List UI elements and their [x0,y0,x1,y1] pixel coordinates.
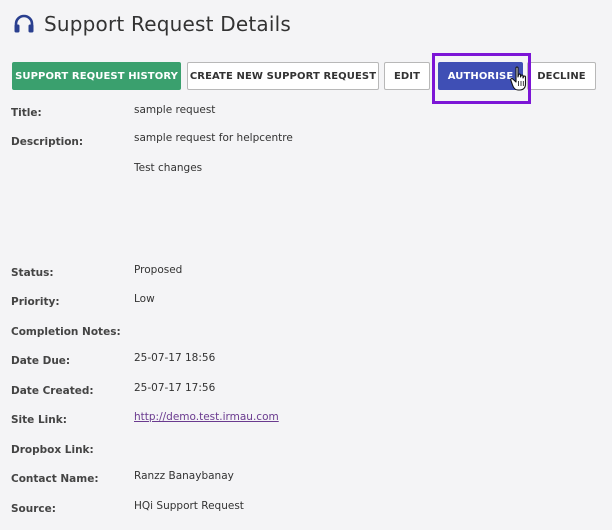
source-label: Source: [11,503,56,515]
contact-name-label: Contact Name: [11,473,99,485]
completion-notes-label: Completion Notes: [11,326,121,338]
site-link-label: Site Link: [11,414,67,426]
source-value: HQi Support Request [134,500,244,512]
status-value: Proposed [134,264,183,276]
headset-icon [12,12,36,36]
page-header: Support Request Details [12,8,291,40]
title-value: sample request [134,104,216,116]
support-request-history-button[interactable]: SUPPORT REQUEST HISTORY [12,62,181,90]
contact-name-value: Ranzz Banaybanay [134,470,234,482]
date-created-value: 25-07-17 17:56 [134,382,216,394]
title-label: Title: [11,107,42,119]
date-due-label: Date Due: [11,355,71,367]
dropbox-link-label: Dropbox Link: [11,444,94,456]
date-due-value: 25-07-17 18:56 [134,352,216,364]
description-value-line-1: sample request for helpcentre [134,132,293,144]
page-title: Support Request Details [44,12,291,36]
decline-button[interactable]: DECLINE [527,62,596,90]
create-new-support-request-button[interactable]: CREATE NEW SUPPORT REQUEST [187,62,379,90]
edit-button[interactable]: EDIT [384,62,430,90]
site-link[interactable]: http://demo.test.irmau.com [134,411,279,423]
status-label: Status: [11,267,54,279]
date-created-label: Date Created: [11,385,94,397]
hand-cursor-icon [510,66,527,91]
description-value-line-2: Test changes [134,162,203,174]
description-label: Description: [11,136,84,148]
priority-label: Priority: [11,296,60,308]
priority-value: Low [134,293,155,305]
